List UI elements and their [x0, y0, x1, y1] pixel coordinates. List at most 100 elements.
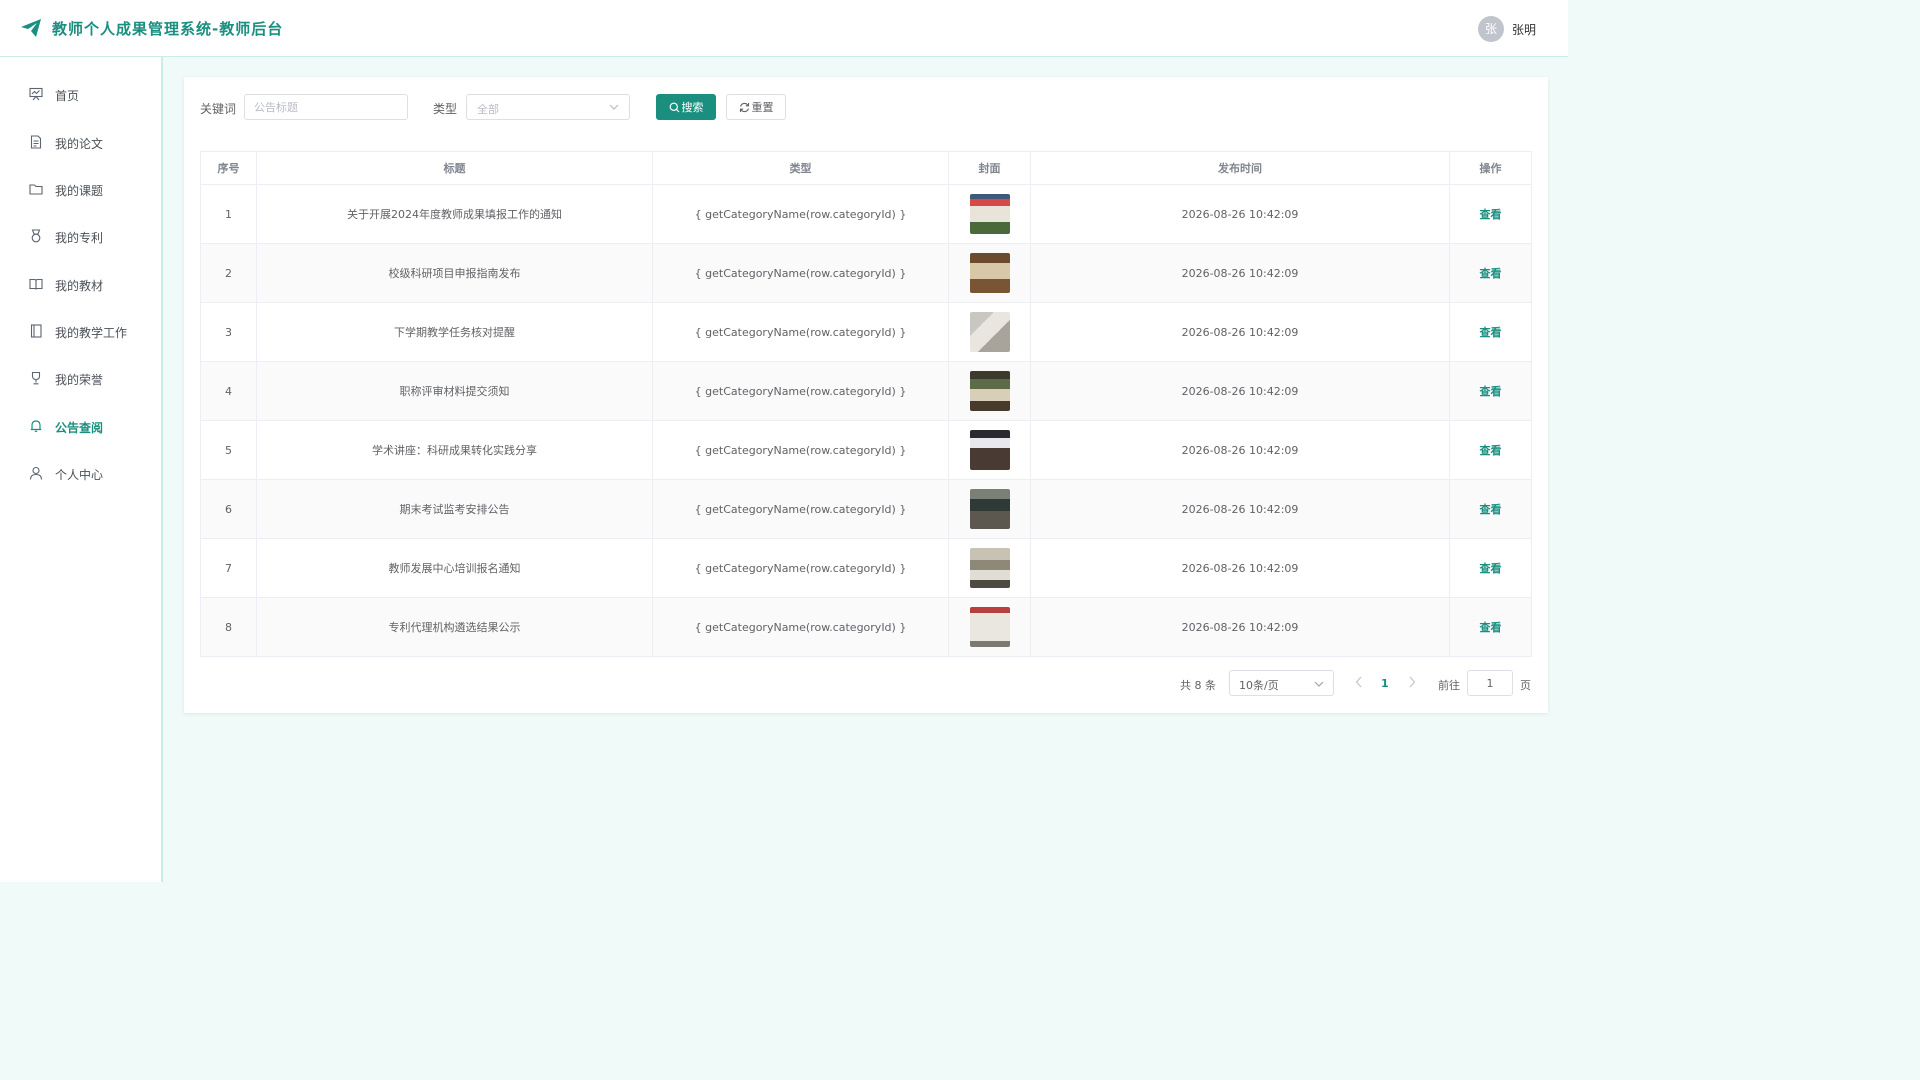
- keyword-input[interactable]: [244, 94, 408, 120]
- prev-page-icon[interactable]: [1354, 676, 1364, 688]
- sidebar-item-label: 我的课题: [55, 184, 104, 198]
- view-link[interactable]: 查看: [1480, 267, 1502, 280]
- table-row: 5 学术讲座：科研成果转化实践分享 { getCategoryName(row.…: [200, 420, 1532, 480]
- view-link[interactable]: 查看: [1480, 562, 1502, 575]
- page-unit-label: 页: [1520, 679, 1531, 692]
- header-title[interactable]: 标题: [256, 151, 653, 185]
- cell-actions: 查看: [1449, 420, 1532, 480]
- header-no[interactable]: 序号: [200, 151, 257, 185]
- cell-actions: 查看: [1449, 479, 1532, 539]
- cell-no: 7: [200, 538, 257, 598]
- sidebar-item-announcements[interactable]: 公告查阅: [0, 406, 161, 446]
- medal-icon: [31, 229, 41, 243]
- book-icon: [29, 278, 43, 290]
- page-size-select[interactable]: 10条/页: [1229, 670, 1334, 696]
- sidebar-item-teaching[interactable]: 我的教学工作: [0, 311, 161, 351]
- table-row: 8 专利代理机构遴选结果公示 { getCategoryName(row.cat…: [200, 597, 1532, 657]
- view-link[interactable]: 查看: [1480, 444, 1502, 457]
- header-actions: 操作: [1449, 151, 1532, 185]
- table-row: 1 关于开展2024年度教师成果填报工作的通知 { getCategoryNam…: [200, 184, 1532, 244]
- cell-type: { getCategoryName(row.categoryId) }: [652, 538, 949, 598]
- chevron-down-icon: [1314, 681, 1324, 687]
- cell-type: { getCategoryName(row.categoryId) }: [652, 243, 949, 303]
- cell-type: { getCategoryName(row.categoryId) }: [652, 597, 949, 657]
- cell-title: 专利代理机构遴选结果公示: [256, 597, 653, 657]
- sidebar-item-honors[interactable]: 我的荣誉: [0, 358, 161, 398]
- table-row: 3 下学期教学任务核对提醒 { getCategoryName(row.cate…: [200, 302, 1532, 362]
- username[interactable]: 张明: [1512, 21, 1536, 38]
- cell-cover: [948, 479, 1031, 539]
- page-size-value: 10条/页: [1239, 679, 1279, 692]
- goto-page-input[interactable]: [1467, 670, 1513, 696]
- view-link[interactable]: 查看: [1480, 208, 1502, 221]
- sidebar-item-label: 个人中心: [55, 468, 104, 482]
- cell-no: 3: [200, 302, 257, 362]
- cell-title: 下学期教学任务核对提醒: [256, 302, 653, 362]
- cover-image[interactable]: [969, 371, 1010, 411]
- cell-actions: 查看: [1449, 538, 1532, 598]
- cell-actions: 查看: [1449, 302, 1532, 362]
- type-select[interactable]: 全部: [466, 94, 630, 120]
- pagination-total: 共 8 条: [1180, 679, 1216, 692]
- cover-image[interactable]: [969, 489, 1010, 529]
- keyword-label: 关键词: [200, 102, 237, 116]
- sidebar-item-projects[interactable]: 我的课题: [0, 169, 161, 209]
- cell-publish-time: 2026-08-26 10:42:09: [1030, 302, 1450, 362]
- document-icon: [30, 135, 42, 149]
- trophy-icon: [31, 371, 41, 385]
- cell-actions: 查看: [1449, 184, 1532, 244]
- paper-plane-icon: [21, 19, 41, 37]
- cell-no: 4: [200, 361, 257, 421]
- reset-button[interactable]: 重置: [726, 94, 786, 120]
- header-cover[interactable]: 封面: [948, 151, 1031, 185]
- sidebar-item-label: 公告查阅: [55, 421, 104, 435]
- cell-type: { getCategoryName(row.categoryId) }: [652, 479, 949, 539]
- dashboard-icon: [29, 87, 43, 101]
- avatar[interactable]: 张: [1478, 16, 1504, 42]
- bell-icon: [30, 420, 42, 432]
- type-select-value: 全部: [477, 103, 499, 116]
- cover-image[interactable]: [969, 430, 1010, 470]
- cell-no: 8: [200, 597, 257, 657]
- cell-type: { getCategoryName(row.categoryId) }: [652, 361, 949, 421]
- folder-icon: [29, 184, 43, 195]
- goto-label: 前往: [1438, 679, 1460, 692]
- sidebar-item-papers[interactable]: 我的论文: [0, 122, 161, 162]
- cell-publish-time: 2026-08-26 10:42:09: [1030, 184, 1450, 244]
- header-type[interactable]: 类型: [652, 151, 949, 185]
- cover-image[interactable]: [969, 194, 1010, 234]
- search-icon: [669, 102, 679, 112]
- cell-title: 学术讲座：科研成果转化实践分享: [256, 420, 653, 480]
- cover-image[interactable]: [969, 253, 1010, 293]
- cell-no: 5: [200, 420, 257, 480]
- cell-actions: 查看: [1449, 243, 1532, 303]
- sidebar-item-home[interactable]: 首页: [0, 74, 161, 114]
- page-number-current[interactable]: 1: [1381, 677, 1389, 690]
- table-row: 4 职称评审材料提交须知 { getCategoryName(row.categ…: [200, 361, 1532, 421]
- view-link[interactable]: 查看: [1480, 326, 1502, 339]
- search-button[interactable]: 搜索: [656, 94, 716, 120]
- header-publish-time[interactable]: 发布时间: [1030, 151, 1450, 185]
- cell-publish-time: 2026-08-26 10:42:09: [1030, 538, 1450, 598]
- top-header: 教师个人成果管理系统-教师后台 张 张明: [0, 0, 1568, 57]
- cell-no: 1: [200, 184, 257, 244]
- cell-cover: [948, 302, 1031, 362]
- cover-image[interactable]: [969, 312, 1010, 352]
- view-link[interactable]: 查看: [1480, 621, 1502, 634]
- sidebar-item-profile[interactable]: 个人中心: [0, 453, 161, 493]
- cell-cover: [948, 361, 1031, 421]
- cover-image[interactable]: [969, 548, 1010, 588]
- notebook-icon: [30, 324, 42, 338]
- cell-actions: 查看: [1449, 361, 1532, 421]
- next-page-icon[interactable]: [1407, 676, 1417, 688]
- cell-title: 职称评审材料提交须知: [256, 361, 653, 421]
- table-row: 7 教师发展中心培训报名通知 { getCategoryName(row.cat…: [200, 538, 1532, 598]
- view-link[interactable]: 查看: [1480, 385, 1502, 398]
- cell-publish-time: 2026-08-26 10:42:09: [1030, 361, 1450, 421]
- cover-image[interactable]: [969, 607, 1010, 647]
- cell-title: 教师发展中心培训报名通知: [256, 538, 653, 598]
- view-link[interactable]: 查看: [1480, 503, 1502, 516]
- sidebar-item-patents[interactable]: 我的专利: [0, 216, 161, 256]
- sidebar-item-textbooks[interactable]: 我的教材: [0, 264, 161, 304]
- cell-cover: [948, 538, 1031, 598]
